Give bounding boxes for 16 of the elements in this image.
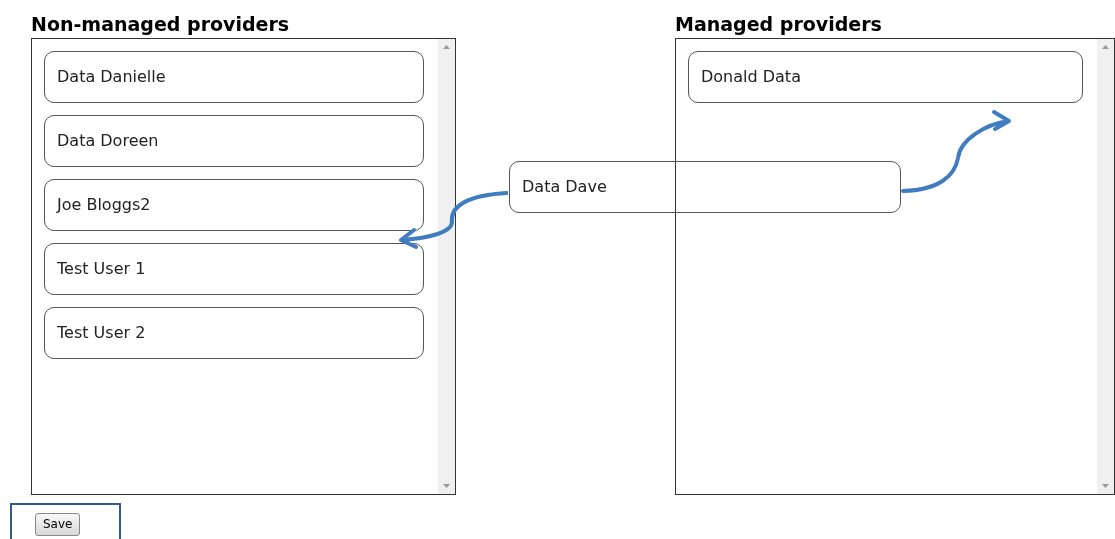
scroll-up-icon[interactable] bbox=[443, 45, 450, 49]
save-button[interactable]: Save bbox=[35, 512, 81, 536]
provider-item[interactable]: Test User 2 bbox=[44, 307, 424, 359]
provider-item[interactable]: Joe Bloggs2 bbox=[44, 179, 424, 231]
provider-item[interactable]: Test User 1 bbox=[44, 243, 424, 295]
list-heading: Non-managed providers bbox=[31, 12, 290, 37]
dragged-item[interactable]: Data Dave bbox=[509, 161, 901, 213]
scrollbar[interactable] bbox=[438, 39, 455, 494]
provider-item[interactable]: Donald Data bbox=[688, 51, 1083, 103]
scrollbar[interactable] bbox=[1097, 39, 1114, 494]
provider-item[interactable]: Data Danielle bbox=[44, 51, 424, 103]
scroll-down-icon[interactable] bbox=[443, 484, 450, 488]
scroll-up-icon[interactable] bbox=[1102, 45, 1109, 49]
provider-item[interactable]: Data Doreen bbox=[44, 115, 424, 167]
scroll-down-icon[interactable] bbox=[1102, 484, 1109, 488]
list-heading: Managed providers bbox=[675, 12, 882, 37]
